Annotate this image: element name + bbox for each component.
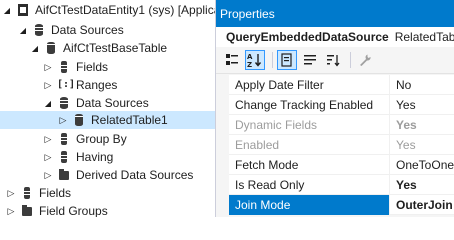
alphabetical-sort-icon[interactable]: AZ <box>245 50 265 70</box>
tree-node-having[interactable]: ▷ Having <box>0 148 224 166</box>
expanded-arrow-icon[interactable]: ◢ <box>18 21 28 39</box>
collapsed-arrow-icon[interactable]: ▷ <box>43 166 53 184</box>
tree-node-label: Derived Data Sources <box>76 168 194 182</box>
collapsed-arrow-icon[interactable]: ▷ <box>43 58 53 76</box>
tree-node-label: AifCtTestBaseTable <box>63 41 168 55</box>
property-value[interactable]: Yes <box>389 174 454 195</box>
tree-node-label: Ranges <box>76 78 118 92</box>
tree-node-ranges[interactable]: ▷ [:] Ranges <box>0 76 224 94</box>
tree-node-label: Fields <box>39 186 72 200</box>
folder-icon <box>57 168 71 182</box>
tree-node-field-groups[interactable]: ▷ Field Groups <box>0 202 224 217</box>
toolbar-separator <box>272 52 273 68</box>
property-value[interactable]: OuterJoin <box>389 194 454 215</box>
tree-node-derived-data-sources[interactable]: ▷ Derived Data Sources <box>0 166 224 184</box>
collapsed-arrow-icon[interactable]: ▷ <box>43 130 53 148</box>
row-gutter <box>216 154 229 175</box>
row-gutter <box>216 94 229 115</box>
property-row[interactable]: Enabled Yes <box>216 134 454 155</box>
property-name: Change Tracking Enabled <box>235 97 374 112</box>
wrench-icon[interactable] <box>355 50 375 70</box>
tree-node-entity-fields[interactable]: ▷ Fields <box>0 184 224 202</box>
property-name: Dynamic Fields <box>235 117 318 132</box>
tree-node-child-data-sources[interactable]: ◢ Data Sources <box>0 94 224 112</box>
tree-node-data-entity[interactable]: ◢ AifCtTestDataEntity1 (sys) [Applica <box>0 1 224 19</box>
object-name: RelatedTable1 <box>394 30 454 44</box>
folder-icon <box>20 204 34 217</box>
table-icon <box>44 41 58 55</box>
tree-node-fields[interactable]: ▷ Fields <box>0 58 224 76</box>
categorized-icon[interactable] <box>222 50 242 70</box>
properties-object-selector[interactable]: QueryEmbeddedDataSource RelatedTable1 <box>216 27 454 47</box>
toolbar-separator <box>350 52 351 68</box>
row-gutter <box>216 74 229 95</box>
application-explorer-tree: ◢ AifCtTestDataEntity1 (sys) [Applica ◢ … <box>0 0 224 217</box>
row-gutter <box>216 194 229 215</box>
table-icon <box>72 113 86 127</box>
tree-node-related-table[interactable]: ▷ RelatedTable1 <box>0 111 224 129</box>
property-name: Join Mode <box>229 194 389 215</box>
row-gutter <box>216 134 229 155</box>
property-pages-icon[interactable] <box>277 50 297 70</box>
properties-toolbar: AZ <box>216 47 454 74</box>
tree-node-label: Having <box>76 150 114 164</box>
expanded-arrow-icon[interactable]: ◢ <box>2 1 12 19</box>
property-row[interactable]: Fetch Mode OneToOne <box>216 154 454 175</box>
property-value[interactable]: OneToOne <box>389 154 454 175</box>
fields-icon <box>20 186 34 200</box>
property-grid: Apply Date Filter No Change Tracking Ena… <box>216 74 454 217</box>
properties-title: Properties <box>220 6 275 21</box>
tree-node-label: Data Sources <box>76 96 149 110</box>
fields-icon <box>57 60 71 74</box>
tree-node-label: Group By <box>76 132 127 146</box>
property-value[interactable]: Yes <box>389 94 454 115</box>
row-gutter <box>216 174 229 195</box>
fields-icon <box>57 132 71 146</box>
property-value: Yes <box>389 114 454 135</box>
expanded-arrow-icon[interactable]: ◢ <box>30 39 40 57</box>
property-value[interactable]: No <box>389 74 454 95</box>
collapsed-arrow-icon[interactable]: ▷ <box>6 202 16 217</box>
tree-node-label: Field Groups <box>39 204 108 217</box>
svg-text:A: A <box>247 53 253 61</box>
tree-node-label: AifCtTestDataEntity1 (sys) [Applica <box>35 3 221 17</box>
property-row-selected[interactable]: Join Mode OuterJoin <box>216 194 454 215</box>
datasources-icon <box>32 23 46 37</box>
datasources-icon <box>57 96 71 110</box>
collapsed-arrow-icon[interactable]: ▷ <box>58 111 68 129</box>
properties-panel: Properties QueryEmbeddedDataSource Relat… <box>215 0 454 217</box>
properties-title-bar[interactable]: Properties <box>216 0 454 27</box>
property-value: Yes <box>389 134 454 155</box>
tree-node-label: Fields <box>76 60 109 74</box>
collapsed-arrow-icon[interactable]: ▷ <box>43 76 53 94</box>
expanded-arrow-icon[interactable]: ◢ <box>43 94 53 112</box>
object-type-name: QueryEmbeddedDataSource <box>226 30 389 44</box>
ranges-icon: [:] <box>57 79 76 90</box>
property-name: Fetch Mode <box>235 157 299 172</box>
collapsed-arrow-icon[interactable]: ▷ <box>43 148 53 166</box>
tree-node-label: RelatedTable1 <box>91 113 168 127</box>
property-row[interactable]: Is Read Only Yes <box>216 174 454 195</box>
tree-node-group-by[interactable]: ▷ Group By <box>0 130 224 148</box>
tree-node-label: Data Sources <box>51 23 124 37</box>
tree-node-base-table[interactable]: ◢ AifCtTestBaseTable <box>0 39 224 57</box>
fields-icon <box>57 150 71 164</box>
property-name: Apply Date Filter <box>235 77 324 92</box>
tree-node-data-sources[interactable]: ◢ Data Sources <box>0 21 224 39</box>
collapsed-arrow-icon[interactable]: ▷ <box>6 184 16 202</box>
property-name: Enabled <box>235 137 280 152</box>
svg-text:Z: Z <box>247 61 252 68</box>
property-row[interactable]: Apply Date Filter No <box>216 74 454 95</box>
events-icon[interactable] <box>300 50 320 70</box>
property-name: Is Read Only <box>235 177 305 192</box>
property-row[interactable]: Dynamic Fields Yes <box>216 114 454 135</box>
sort-icon[interactable] <box>323 50 343 70</box>
data-entity-icon <box>16 3 30 17</box>
row-gutter <box>216 114 229 135</box>
property-row[interactable]: Change Tracking Enabled Yes <box>216 94 454 115</box>
